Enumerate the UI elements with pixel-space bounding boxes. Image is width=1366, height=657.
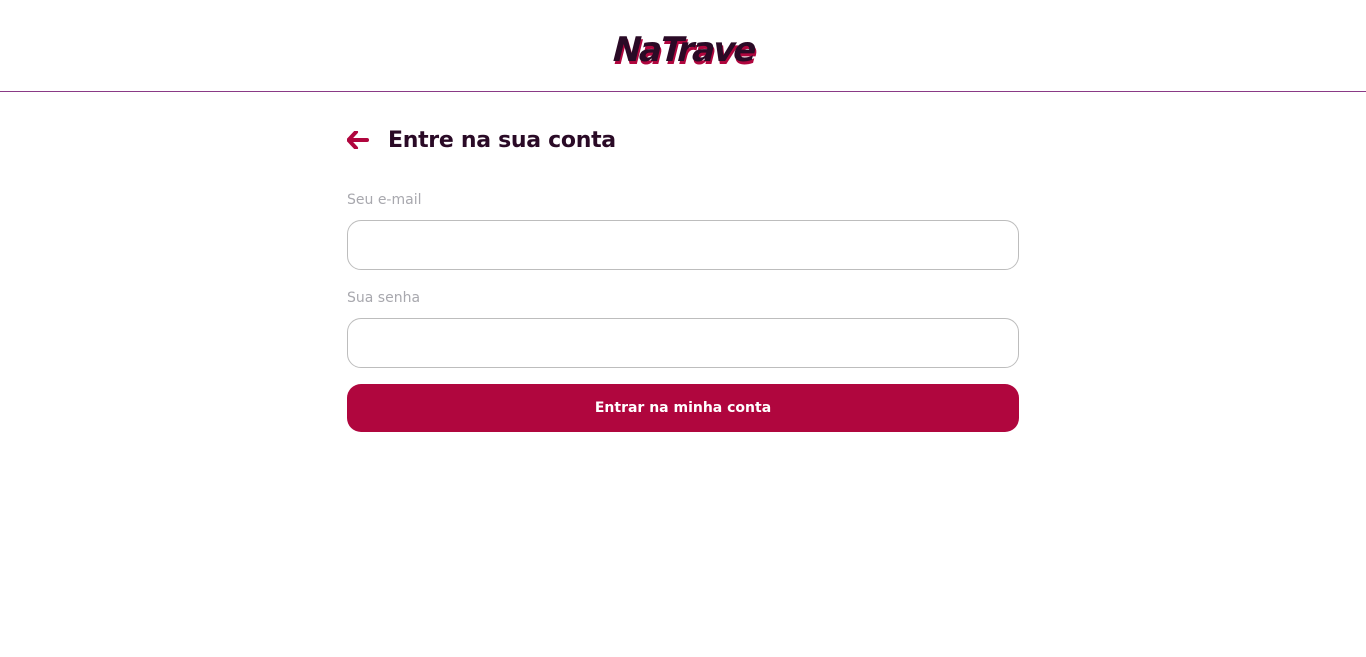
page-title: Entre na sua conta: [388, 127, 616, 153]
arrow-left-icon: [347, 131, 369, 149]
natrave-logo-image: NaTrave NaTrave: [608, 30, 758, 72]
svg-text:NaTrave: NaTrave: [608, 30, 758, 69]
back-button[interactable]: [347, 127, 373, 153]
email-label: Seu e-mail: [347, 192, 422, 208]
site-header: NaTrave NaTrave: [0, 0, 1366, 92]
login-button[interactable]: Entrar na minha conta: [347, 384, 1019, 432]
password-label: Sua senha: [347, 290, 421, 306]
title-row: Entre na sua conta: [347, 125, 616, 155]
natrave-logo[interactable]: NaTrave NaTrave: [608, 22, 758, 72]
email-field[interactable]: [347, 220, 1019, 270]
password-field[interactable]: [347, 318, 1019, 368]
